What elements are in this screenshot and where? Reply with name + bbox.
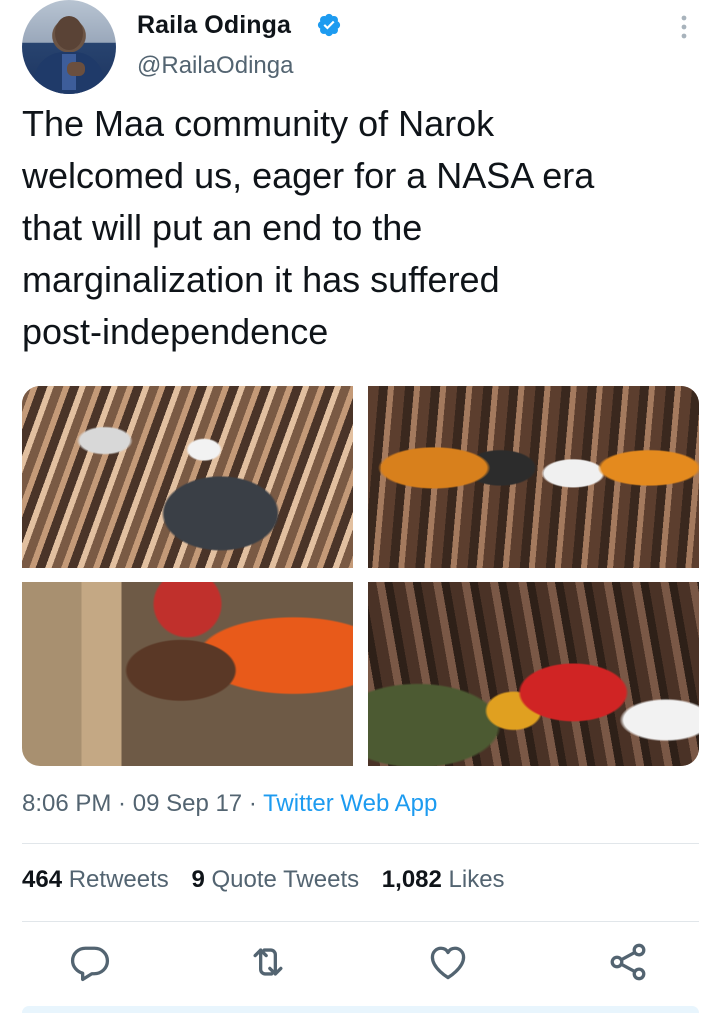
retweets-label: Retweets (68, 866, 169, 893)
tweet-meta: 8:06 PM · 09 Sep 17 · Twitter Web App (22, 790, 437, 818)
divider (22, 921, 699, 922)
quotes-label: Quote Tweets (211, 866, 360, 893)
media-grid (22, 386, 699, 766)
tweet-source[interactable]: Twitter Web App (263, 790, 437, 817)
engagement-stats: 464 Retweets 9 Quote Tweets 1,082 Likes (22, 866, 521, 894)
reply-composer-edge[interactable] (22, 1006, 699, 1013)
meta-separator: · (111, 790, 133, 817)
likes-label: Likes (448, 866, 505, 893)
quote-tweets-stat[interactable]: 9 Quote Tweets (191, 866, 359, 893)
verified-badge-icon (317, 13, 341, 37)
tweet-text: The Maa community of Narok welcomed us, … (22, 103, 595, 352)
tweet-time[interactable]: 8:06 PM (22, 790, 111, 817)
likes-count: 1,082 (381, 866, 442, 893)
more-options-icon[interactable] (676, 14, 692, 40)
tweet-date[interactable]: 09 Sep 17 (133, 790, 242, 817)
avatar[interactable] (22, 0, 116, 94)
likes-stat[interactable]: 1,082 Likes (382, 866, 505, 893)
retweets-stat[interactable]: 464 Retweets (22, 866, 169, 893)
quotes-count: 9 (191, 866, 205, 893)
author-name[interactable]: Raila Odinga (137, 11, 291, 40)
meta-separator: · (242, 790, 264, 817)
divider (22, 843, 699, 844)
author-handle[interactable]: @RailaOdinga (137, 52, 293, 80)
reply-icon[interactable] (68, 940, 112, 984)
leaders-dancing-photo[interactable] (368, 386, 699, 568)
retweet-icon[interactable] (246, 940, 290, 984)
like-icon[interactable] (426, 940, 470, 984)
action-bar (0, 940, 720, 994)
elder-embrace-photo[interactable] (22, 582, 353, 766)
avatar-hand (67, 62, 85, 76)
retweets-count: 464 (22, 866, 63, 893)
crowd-cheering-photo[interactable] (368, 582, 699, 766)
avatar-head (55, 16, 83, 50)
share-icon[interactable] (606, 940, 650, 984)
rally-crowd-photo[interactable] (22, 386, 353, 568)
